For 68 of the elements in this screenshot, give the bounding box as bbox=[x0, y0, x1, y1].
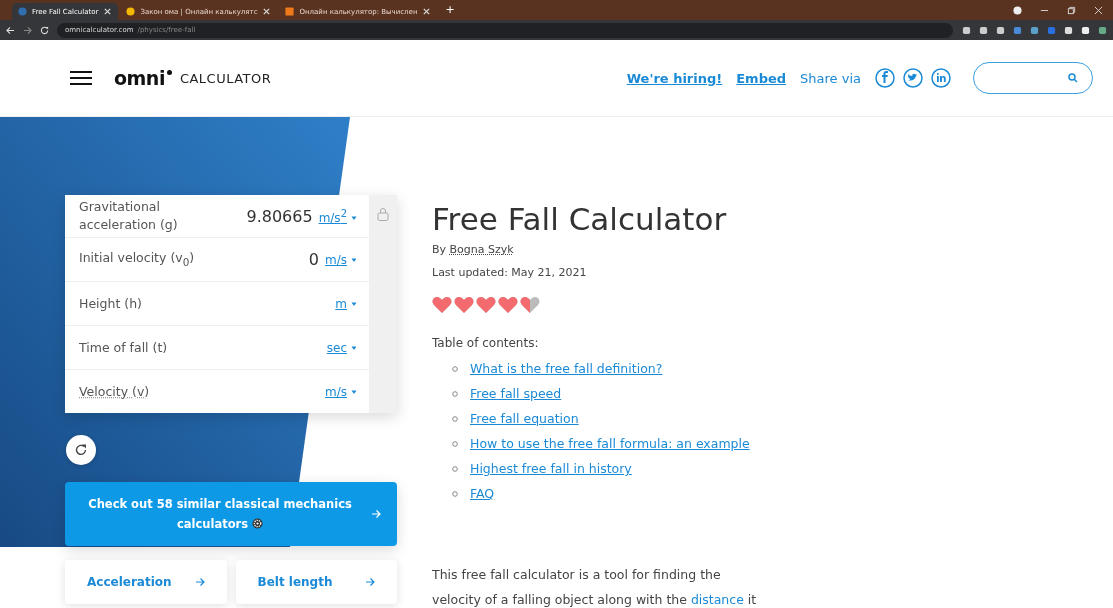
toc-link[interactable]: Highest free fall in history bbox=[470, 461, 632, 476]
close-icon[interactable] bbox=[103, 7, 113, 16]
field-label: Initial velocity (v$_{0}$) bbox=[79, 248, 196, 270]
bullet-icon bbox=[452, 415, 458, 422]
unit-dropdown[interactable]: sec bbox=[326, 340, 357, 355]
intro-paragraph: This free fall calculator is a tool for finding the velocity of a falling object along with the distance it bbox=[432, 566, 758, 608]
reload-icon bbox=[74, 443, 88, 457]
value-field[interactable]: 9.80665 bbox=[246, 206, 313, 226]
header-link[interactable]: Embed bbox=[736, 70, 787, 86]
close-icon[interactable] bbox=[422, 7, 432, 16]
heart-icon bbox=[476, 296, 496, 314]
bullet-icon bbox=[452, 465, 458, 472]
site-icon bbox=[126, 7, 136, 16]
field-label: Height (h) bbox=[79, 294, 143, 313]
last-updated: Last updated: May 21, 2021 bbox=[432, 266, 588, 279]
close-icon[interactable] bbox=[262, 7, 272, 16]
site-icon bbox=[285, 7, 295, 16]
logo-dot-icon bbox=[166, 70, 172, 75]
related-calculator-button[interactable]: Acceleration bbox=[65, 560, 227, 604]
toc-link[interactable]: How to use the free fall formula: an example bbox=[470, 436, 750, 451]
bullet-icon bbox=[452, 440, 458, 447]
heart-icon bbox=[454, 296, 474, 314]
value-field[interactable]: 0 bbox=[308, 250, 319, 269]
gear-icon bbox=[252, 518, 264, 529]
toc-link[interactable]: Free fall equation bbox=[470, 411, 579, 426]
unit-dropdown[interactable]: m/s bbox=[325, 252, 357, 267]
toc-heading: Table of contents: bbox=[432, 336, 540, 350]
bullet-icon bbox=[452, 490, 458, 497]
logo-subtitle[interactable]: CALCULATOR bbox=[179, 70, 272, 86]
linkedin-icon[interactable] bbox=[931, 68, 951, 88]
reload-icon[interactable] bbox=[40, 25, 49, 35]
share-label: Share via bbox=[800, 70, 861, 86]
search-icon bbox=[1068, 73, 1078, 83]
arrow-icon bbox=[371, 509, 381, 519]
unit-dropdown[interactable]: m/s bbox=[325, 384, 357, 399]
toc-link[interactable]: What is the free fall definition? bbox=[470, 361, 663, 376]
arrow-icon bbox=[194, 577, 205, 587]
field-label: Gravitational acceleration (g) bbox=[79, 198, 179, 234]
related-calculator-button[interactable]: Belt length bbox=[235, 560, 397, 604]
field-label: Velocity (v) bbox=[79, 382, 150, 401]
bullet-icon bbox=[452, 390, 458, 397]
bullet-icon bbox=[452, 365, 458, 372]
unit-dropdown[interactable]: m bbox=[335, 296, 357, 311]
page-title: Free Fall Calculator bbox=[432, 201, 728, 237]
unit-dropdown[interactable]: m/s$^{2}$ bbox=[318, 207, 357, 225]
similar-calculators-button[interactable]: Check out 58 similar classical mechanics calculators bbox=[65, 482, 397, 546]
header-link[interactable]: We're hiring! bbox=[626, 70, 723, 86]
logo-text[interactable]: omni bbox=[114, 67, 165, 89]
arrow-icon bbox=[365, 577, 375, 587]
profile-icon[interactable] bbox=[1013, 5, 1022, 15]
byline-label: By bbox=[432, 243, 447, 256]
close-icon[interactable] bbox=[1094, 5, 1103, 15]
restore-icon[interactable] bbox=[1067, 5, 1076, 15]
new-tab-button[interactable]: + bbox=[439, 2, 461, 18]
field-label: Time of fall (t) bbox=[79, 338, 169, 357]
heart-icon bbox=[432, 296, 452, 314]
heart-icon bbox=[498, 296, 518, 314]
heart-icon bbox=[520, 296, 540, 314]
menu-icon[interactable] bbox=[70, 71, 92, 85]
back-icon[interactable] bbox=[6, 25, 15, 35]
forward-icon[interactable] bbox=[23, 25, 32, 35]
toc-link[interactable]: FAQ bbox=[470, 486, 495, 501]
site-icon bbox=[18, 7, 27, 16]
twitter-icon[interactable] bbox=[903, 68, 923, 88]
toc-link[interactable]: Free fall speed bbox=[470, 386, 562, 401]
distance-link[interactable]: distance bbox=[690, 592, 744, 607]
author-link[interactable]: Bogna Szyk bbox=[449, 243, 514, 256]
facebook-icon[interactable] bbox=[875, 68, 895, 88]
